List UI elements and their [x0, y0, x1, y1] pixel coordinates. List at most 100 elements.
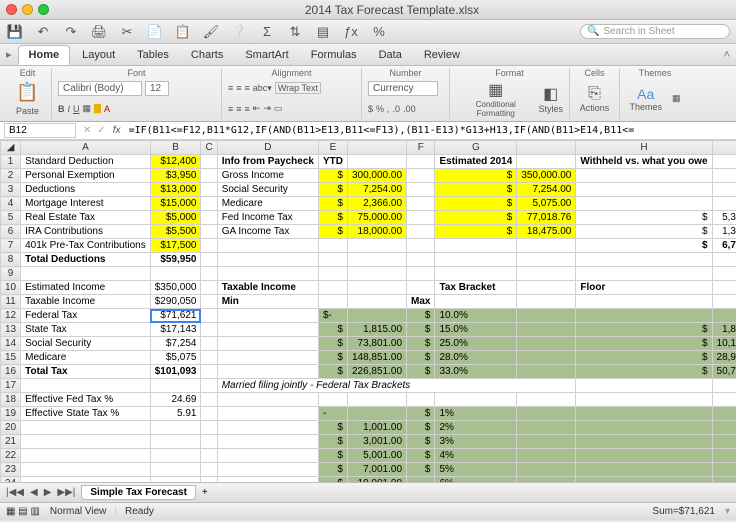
cell-D3[interactable]: Social Security — [217, 183, 318, 197]
cell-H14-val[interactable]: 10,162.50 — [712, 337, 736, 351]
cell-G23-val[interactable] — [517, 463, 576, 477]
number-format-select[interactable]: Currency — [368, 81, 438, 96]
bold-button[interactable]: B — [58, 104, 65, 114]
cell-D6[interactable]: GA Income Tax — [217, 225, 318, 239]
cell-D20[interactable] — [217, 421, 318, 435]
cell-G8-val[interactable] — [517, 253, 576, 267]
prev-sheet-icon[interactable]: ◀ — [28, 487, 40, 498]
align-center-icon[interactable]: ≡ — [236, 104, 241, 114]
cell-B21[interactable] — [150, 435, 201, 449]
col-header-En[interactable] — [347, 141, 406, 155]
cell-G1[interactable]: Estimated 2014 — [435, 155, 517, 169]
cell-D17[interactable]: Married filing jointly - Federal Tax Bra… — [217, 379, 576, 393]
cell-G11-val[interactable] — [517, 295, 576, 309]
paste-icon[interactable]: 📋 — [174, 23, 192, 41]
cell-H7[interactable]: $ — [576, 239, 712, 253]
cell-B6[interactable]: $5,500 — [150, 225, 201, 239]
cell-C4[interactable] — [201, 197, 217, 211]
align-bot-icon[interactable]: ≡ — [245, 83, 250, 93]
cell-F3[interactable] — [407, 183, 435, 197]
cell-F12[interactable]: $ — [407, 309, 435, 323]
tab-data[interactable]: Data — [369, 46, 412, 64]
cell-B7[interactable]: $17,500 — [150, 239, 201, 253]
cell-H22-val[interactable]: 110 — [712, 449, 736, 463]
format-painter-icon[interactable]: 🖌 — [202, 23, 220, 41]
conditional-formatting-button[interactable]: ▦ Conditional Formatting — [456, 80, 535, 118]
cell-H24[interactable] — [576, 477, 712, 483]
cell-E14-val[interactable]: 73,801.00 — [347, 337, 406, 351]
tab-tables[interactable]: Tables — [127, 46, 179, 64]
ribbon-collapse-icon[interactable]: ˄ — [724, 49, 730, 61]
cell-G15-val[interactable] — [517, 351, 576, 365]
tab-layout[interactable]: Layout — [72, 46, 125, 64]
cell-G12-val[interactable] — [517, 309, 576, 323]
cell-C5[interactable] — [201, 211, 217, 225]
cell-C15[interactable] — [201, 351, 217, 365]
cell-G11[interactable] — [435, 295, 517, 309]
cell-B14[interactable]: $7,254 — [150, 337, 201, 351]
cell-E17[interactable] — [576, 379, 712, 393]
cell-G4[interactable]: $ — [435, 197, 517, 211]
fill-color-button[interactable]: ▇ — [94, 103, 101, 114]
cell-A12[interactable]: Federal Tax — [21, 309, 151, 323]
cell-D11[interactable]: Min — [217, 295, 318, 309]
cell-E15-val[interactable]: 148,851.00 — [347, 351, 406, 365]
cell-H6[interactable]: $ — [576, 225, 712, 239]
cell-G4-val[interactable]: 5,075.00 — [517, 197, 576, 211]
row-header-18[interactable]: 18 — [1, 393, 21, 407]
cell-H8[interactable] — [576, 253, 712, 267]
fx-icon[interactable]: ƒx — [342, 23, 360, 41]
search-input[interactable]: 🔍 Search in Sheet — [580, 24, 730, 39]
align-mid-icon[interactable]: ≡ — [236, 83, 241, 93]
view-switcher[interactable]: ▦ ▤ ▥ — [6, 506, 40, 517]
cell-G6[interactable]: $ — [435, 225, 517, 239]
cell-A18[interactable]: Effective Fed Tax % — [21, 393, 151, 407]
cell-C9[interactable] — [201, 267, 217, 281]
row-header-11[interactable]: 11 — [1, 295, 21, 309]
cell-C11[interactable] — [201, 295, 217, 309]
cell-G13-val[interactable] — [517, 323, 576, 337]
cell-B22[interactable] — [150, 449, 201, 463]
cell-B8[interactable]: $59,950 — [150, 253, 201, 267]
cell-D4[interactable]: Medicare — [217, 197, 318, 211]
cell-D5[interactable]: Fed Income Tax — [217, 211, 318, 225]
cell-E14[interactable]: $ — [318, 337, 347, 351]
col-header-D[interactable]: D — [217, 141, 318, 155]
cell-H3-val[interactable] — [712, 183, 736, 197]
cell-G7[interactable] — [435, 239, 517, 253]
percent-button[interactable]: % — [376, 104, 384, 114]
cell-F20[interactable]: $ — [407, 421, 435, 435]
sort-icon[interactable]: ⇅ — [286, 23, 304, 41]
cell-H8-val[interactable] — [712, 253, 736, 267]
copy-icon[interactable]: 📄 — [146, 23, 164, 41]
cell-H13-val[interactable]: 1,815.00 — [712, 323, 736, 337]
col-header-G[interactable]: G — [435, 141, 517, 155]
cell-H23[interactable] — [576, 463, 712, 477]
cell-D9[interactable] — [217, 267, 318, 281]
cell-E1-val[interactable] — [347, 155, 406, 169]
cell-G12[interactable]: 10.0% — [435, 309, 517, 323]
cell-E11[interactable] — [318, 295, 347, 309]
redo-icon[interactable]: ↷ — [62, 23, 80, 41]
cell-G21-val[interactable] — [517, 435, 576, 449]
cell-B17[interactable] — [150, 379, 201, 393]
cell-C3[interactable] — [201, 183, 217, 197]
cell-G8[interactable] — [435, 253, 517, 267]
cell-C14[interactable] — [201, 337, 217, 351]
row-header-21[interactable]: 21 — [1, 435, 21, 449]
cell-D21[interactable] — [217, 435, 318, 449]
cell-E7[interactable] — [318, 239, 347, 253]
cell-G20[interactable]: 2% — [435, 421, 517, 435]
indent-dec-icon[interactable]: ⇤ — [253, 103, 261, 114]
cell-H11-val[interactable] — [712, 295, 736, 309]
cell-H16[interactable]: $ — [576, 365, 712, 379]
cell-G21[interactable]: 3% — [435, 435, 517, 449]
cell-H6-val[interactable]: 1,332.06 — [712, 225, 736, 239]
cell-C8[interactable] — [201, 253, 217, 267]
cell-G23[interactable]: 5% — [435, 463, 517, 477]
cell-F6[interactable] — [407, 225, 435, 239]
cell-G20-val[interactable] — [517, 421, 576, 435]
cell-G24-val[interactable] — [517, 477, 576, 483]
cell-G19[interactable]: 1% — [435, 407, 517, 421]
first-sheet-icon[interactable]: |◀◀ — [4, 487, 26, 498]
